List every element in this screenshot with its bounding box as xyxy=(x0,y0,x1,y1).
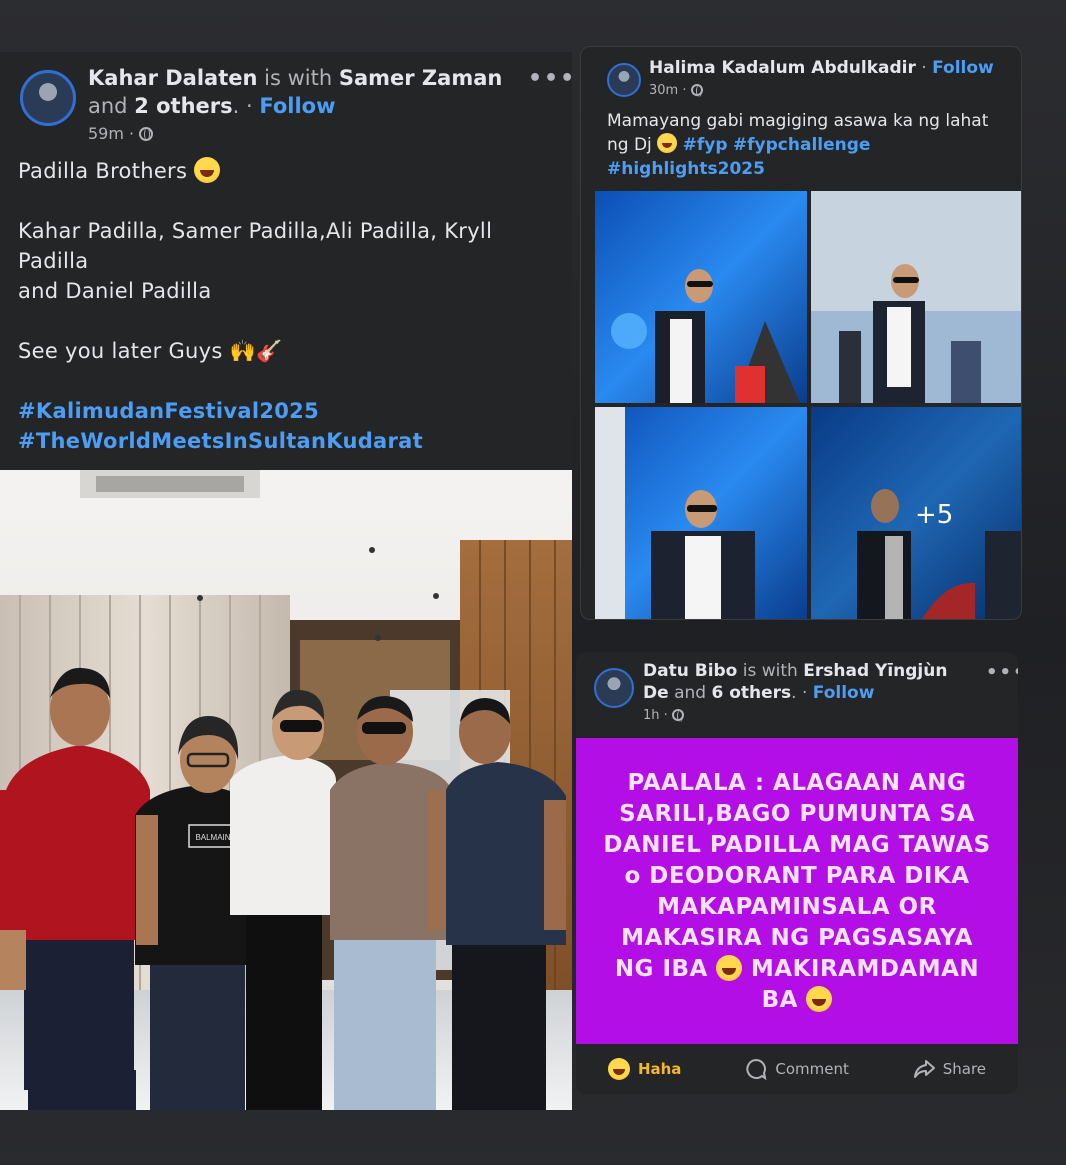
and-text: and xyxy=(88,94,128,118)
body-line-3: and Daniel Padilla xyxy=(18,279,212,303)
comment-icon xyxy=(746,1058,767,1080)
follow-button[interactable]: Follow xyxy=(932,58,994,78)
timestamp[interactable]: 59m xyxy=(88,124,124,143)
more-photos-count[interactable]: +5 xyxy=(915,500,953,530)
haha-icon xyxy=(607,1058,630,1080)
author-name[interactable]: Datu Bibo xyxy=(643,661,737,681)
post-header: Kahar Dalaten is with Samer Zaman and 2 … xyxy=(88,66,503,118)
text-banner: PAALALA : ALAGAAN ANG SARILI,BAGO PUMUNT… xyxy=(576,738,1018,1044)
more-options-icon[interactable]: ••• xyxy=(986,662,1018,683)
banner-line-5: MAKAPAMINSALA OR xyxy=(657,894,937,920)
haha-button[interactable]: Haha xyxy=(607,1058,682,1080)
share-label: Share xyxy=(942,1060,987,1078)
action-bar: Haha Comment Share xyxy=(576,1044,1018,1094)
others-link[interactable]: 2 others xyxy=(134,94,232,118)
banner-line-2: SARILI,BAGO PUMUNTA SA xyxy=(619,801,975,827)
more-options-icon[interactable]: ••• xyxy=(528,66,572,91)
timestamp[interactable]: 30m xyxy=(649,83,678,98)
body-line-4: See you later Guys xyxy=(18,339,223,363)
banner-line-8: BA xyxy=(761,987,798,1013)
photo-tile-3[interactable] xyxy=(595,407,807,620)
photo-tile-1[interactable] xyxy=(595,191,807,403)
grinning-emoji-icon xyxy=(657,133,678,153)
post-header: Datu Bibo is with Ershad Yīngjùn De and … xyxy=(643,661,948,703)
rofl-emoji-icon xyxy=(716,955,743,981)
author-name[interactable]: Kahar Dalaten xyxy=(88,66,257,90)
hashtag-kalimudan[interactable]: #KalimudanFestival2025 xyxy=(18,399,319,423)
author-avatar[interactable] xyxy=(607,63,641,97)
comment-label: Comment xyxy=(775,1060,849,1078)
banner-line-4: o DEODORANT PARA DIKA xyxy=(624,863,970,889)
body-line-1: Padilla Brothers xyxy=(18,159,188,183)
hashtag-highlights2025[interactable]: #highlights2025 xyxy=(607,159,765,179)
with-text: is with xyxy=(264,66,333,90)
banner-line-3: DANIEL PADILLA MAG TAWAS xyxy=(603,832,991,858)
post-body: Mamayang gabi magiging asawa ka ng lahat… xyxy=(607,109,1007,181)
shirt-text: BALMAIN xyxy=(195,833,230,842)
follow-button[interactable]: Follow xyxy=(259,94,335,118)
post-datu-bibo: Datu Bibo is with Ershad Yīngjùn De and … xyxy=(576,652,1018,1094)
timestamp[interactable]: 1h xyxy=(643,708,660,723)
banner-line-7b: MAKIRAMDAMAN xyxy=(750,956,980,982)
hashtag-worldmeets[interactable]: #TheWorldMeetsInSultanKudarat xyxy=(18,429,423,453)
rofl-emoji-icon xyxy=(806,986,833,1012)
comment-button[interactable]: Comment xyxy=(745,1058,849,1080)
tagged-name[interactable]: Samer Zaman xyxy=(339,66,503,90)
globe-icon xyxy=(139,127,154,141)
and-text: and xyxy=(674,683,707,703)
globe-icon xyxy=(690,84,703,97)
post-meta: 1h · xyxy=(643,708,684,723)
author-avatar[interactable] xyxy=(594,668,634,708)
globe-icon xyxy=(671,709,684,722)
post-header: Halima Kadalum Abdulkadir · Follow xyxy=(649,58,994,78)
photo-tile-2[interactable] xyxy=(811,191,1022,403)
with-text: is with xyxy=(742,661,798,681)
follow-button[interactable]: Follow xyxy=(813,683,875,703)
rofl-emoji-icon xyxy=(194,157,221,183)
share-icon xyxy=(913,1060,935,1078)
post-meta: 30m · xyxy=(649,83,703,98)
hashtag-fypchallenge[interactable]: #fypchallenge xyxy=(733,135,871,155)
raised-hands-emoji-icon: 🙌🎸 xyxy=(229,339,283,363)
post-kahar-dalaten: Kahar Dalaten is with Samer Zaman and 2 … xyxy=(0,52,572,1110)
post-halima-kadalum: Halima Kadalum Abdulkadir · Follow 30m ·… xyxy=(580,46,1022,620)
share-button[interactable]: Share xyxy=(913,1058,986,1080)
banner-line-7: NG IBA xyxy=(614,956,708,982)
banner-line-6: MAKASIRA NG PAGSASAYA xyxy=(621,925,973,951)
body-line-2: Kahar Padilla, Samer Padilla,Ali Padilla… xyxy=(18,219,493,273)
others-link[interactable]: 6 others xyxy=(711,683,791,703)
banner-line-1: PAALALA : ALAGAAN ANG xyxy=(627,770,967,796)
group-photo[interactable]: BALMAIN xyxy=(0,470,572,1110)
author-avatar[interactable] xyxy=(20,70,76,126)
post-meta: 59m · xyxy=(88,124,154,143)
post-body: Padilla Brothers Kahar Padilla, Samer Pa… xyxy=(18,156,558,456)
author-name[interactable]: Halima Kadalum Abdulkadir xyxy=(649,58,916,78)
haha-label: Haha xyxy=(637,1060,682,1078)
photo-grid[interactable]: +5 xyxy=(595,191,1022,620)
hashtag-fyp[interactable]: #fyp xyxy=(683,135,728,155)
